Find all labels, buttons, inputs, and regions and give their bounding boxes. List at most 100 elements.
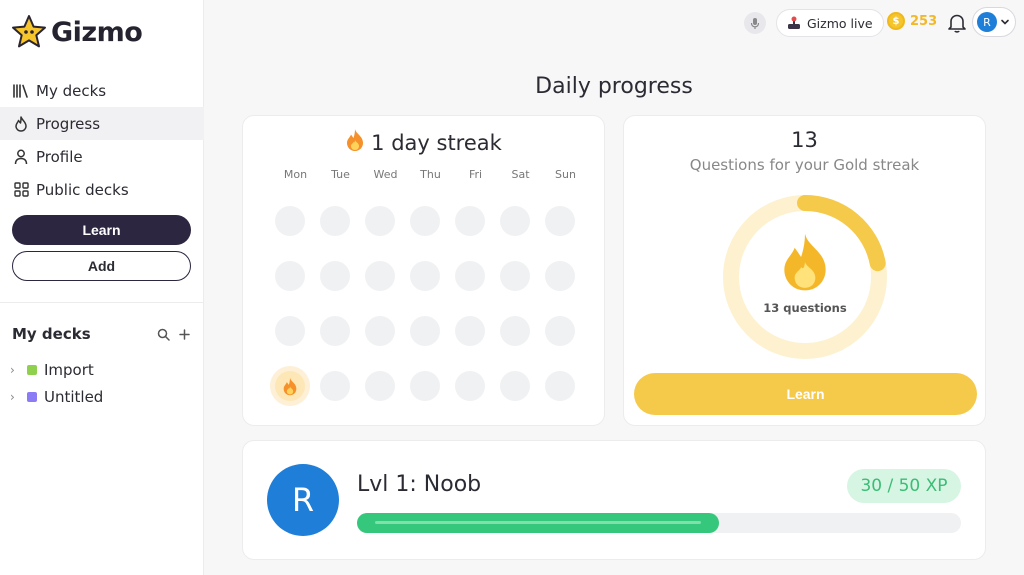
xp-progress-bar	[357, 513, 961, 533]
add-button[interactable]: Add	[12, 251, 191, 281]
sidebar-item-label: Progress	[36, 114, 101, 133]
learn-button[interactable]: Learn	[12, 215, 191, 245]
streak-day-cell	[410, 261, 440, 291]
streak-day-cell	[545, 371, 575, 401]
search-icon[interactable]	[157, 326, 170, 345]
gizmo-live-label: Gizmo live	[807, 15, 873, 31]
sidebar-item-my-decks[interactable]: My decks	[0, 74, 204, 107]
streak-day-cell	[320, 261, 350, 291]
weekday-header: Mon Tue Wed Thu Fri Sat Sun	[273, 168, 576, 181]
library-icon	[12, 82, 30, 100]
account-menu-button[interactable]: R	[972, 7, 1016, 37]
gold-subtitle: Questions for your Gold streak	[689, 156, 920, 174]
xp-badge: 30 / 50 XP	[847, 469, 961, 503]
deck-label: Untitled	[44, 388, 104, 406]
xp-progress-highlight	[375, 521, 701, 524]
chevron-right-icon[interactable]: ›	[10, 363, 22, 377]
star-logo-icon	[12, 15, 46, 48]
joystick-icon	[788, 16, 800, 29]
sidebar-nav: My decks Progress Profile Public decks	[0, 74, 204, 206]
sidebar-item-label: Public decks	[36, 180, 129, 199]
divider	[0, 302, 204, 303]
flame-icon	[345, 128, 365, 157]
streak-day-cell	[410, 316, 440, 346]
gold-progress-ring: 13 questions	[721, 193, 889, 361]
grid-icon	[12, 181, 30, 199]
deck-item-untitled[interactable]: › Untitled	[10, 388, 103, 406]
streak-day-cell	[500, 206, 530, 236]
avatar: R	[977, 12, 997, 32]
microphone-icon	[750, 17, 760, 29]
deck-label: Import	[44, 361, 94, 379]
streak-calendar-grid	[275, 206, 575, 401]
my-decks-heading: My decks	[12, 325, 91, 343]
streak-card: 1 day streak Mon Tue Wed Thu Fri Sat Sun	[242, 115, 605, 426]
streak-day-cell	[320, 371, 350, 401]
streak-day-cell	[545, 261, 575, 291]
flame-icon	[283, 377, 297, 395]
sidebar-item-progress[interactable]: Progress	[0, 107, 204, 140]
logo[interactable]: Gizmo	[11, 14, 143, 50]
deck-color-dot	[27, 392, 37, 402]
streak-day-cell	[365, 261, 395, 291]
avatar[interactable]: R	[267, 464, 339, 536]
brand-name: Gizmo	[51, 16, 143, 48]
level-title: Lvl 1: Noob	[357, 472, 482, 497]
streak-day-cell	[275, 261, 305, 291]
flame-icon	[777, 231, 833, 297]
gold-question-count: 13	[791, 128, 818, 152]
streak-day-cell	[365, 316, 395, 346]
gold-learn-button[interactable]: Learn	[634, 373, 977, 415]
streak-day-cell	[365, 206, 395, 236]
user-icon	[12, 148, 30, 166]
streak-day-cell	[320, 316, 350, 346]
xp-progress-fill	[357, 513, 719, 533]
microphone-button[interactable]	[744, 12, 766, 34]
streak-day-cell	[410, 206, 440, 236]
streak-day-cell	[500, 371, 530, 401]
weekday-label: Sun	[555, 168, 576, 181]
streak-day-completed	[275, 371, 305, 401]
sidebar: Gizmo My decks Progress Profile Public d…	[0, 0, 204, 575]
gold-streak-card: 13 Questions for your Gold streak 13 que…	[623, 115, 986, 426]
streak-day-cell	[275, 316, 305, 346]
streak-day-cell	[455, 206, 485, 236]
weekday-label: Fri	[468, 168, 483, 181]
sidebar-item-label: Profile	[36, 147, 83, 166]
streak-title-row: 1 day streak	[243, 128, 604, 157]
sidebar-item-public-decks[interactable]: Public decks	[0, 173, 204, 206]
weekday-label: Thu	[420, 168, 441, 181]
coin-balance[interactable]: $ 253	[887, 12, 937, 30]
streak-day-cell	[455, 316, 485, 346]
weekday-label: Sat	[511, 168, 530, 181]
chevron-down-icon	[1001, 19, 1009, 25]
streak-day-cell	[545, 206, 575, 236]
deck-color-dot	[27, 365, 37, 375]
streak-day-cell	[500, 261, 530, 291]
streak-day-cell	[410, 371, 440, 401]
plus-icon[interactable]	[178, 326, 191, 345]
streak-day-cell	[545, 316, 575, 346]
deck-item-import[interactable]: › Import	[10, 361, 94, 379]
sidebar-item-label: My decks	[36, 81, 107, 100]
streak-day-cell	[500, 316, 530, 346]
chevron-right-icon[interactable]: ›	[10, 390, 22, 404]
weekday-label: Tue	[331, 168, 350, 181]
streak-title: 1 day streak	[371, 130, 502, 155]
my-decks-actions	[157, 326, 191, 345]
notifications-bell-icon[interactable]	[947, 12, 967, 34]
sidebar-item-profile[interactable]: Profile	[0, 140, 204, 173]
flame-outline-icon	[12, 115, 30, 133]
gizmo-live-button[interactable]: Gizmo live	[776, 9, 884, 37]
streak-day-cell	[365, 371, 395, 401]
streak-day-cell	[275, 206, 305, 236]
streak-day-cell	[455, 371, 485, 401]
streak-day-cell	[320, 206, 350, 236]
page-title: Daily progress	[535, 74, 693, 99]
ring-label: 13 questions	[763, 301, 847, 315]
level-card: R Lvl 1: Noob 30 / 50 XP	[242, 440, 986, 560]
coin-count: 253	[910, 13, 938, 29]
weekday-label: Wed	[373, 168, 398, 181]
streak-day-cell	[455, 261, 485, 291]
coin-icon: $	[887, 12, 905, 30]
